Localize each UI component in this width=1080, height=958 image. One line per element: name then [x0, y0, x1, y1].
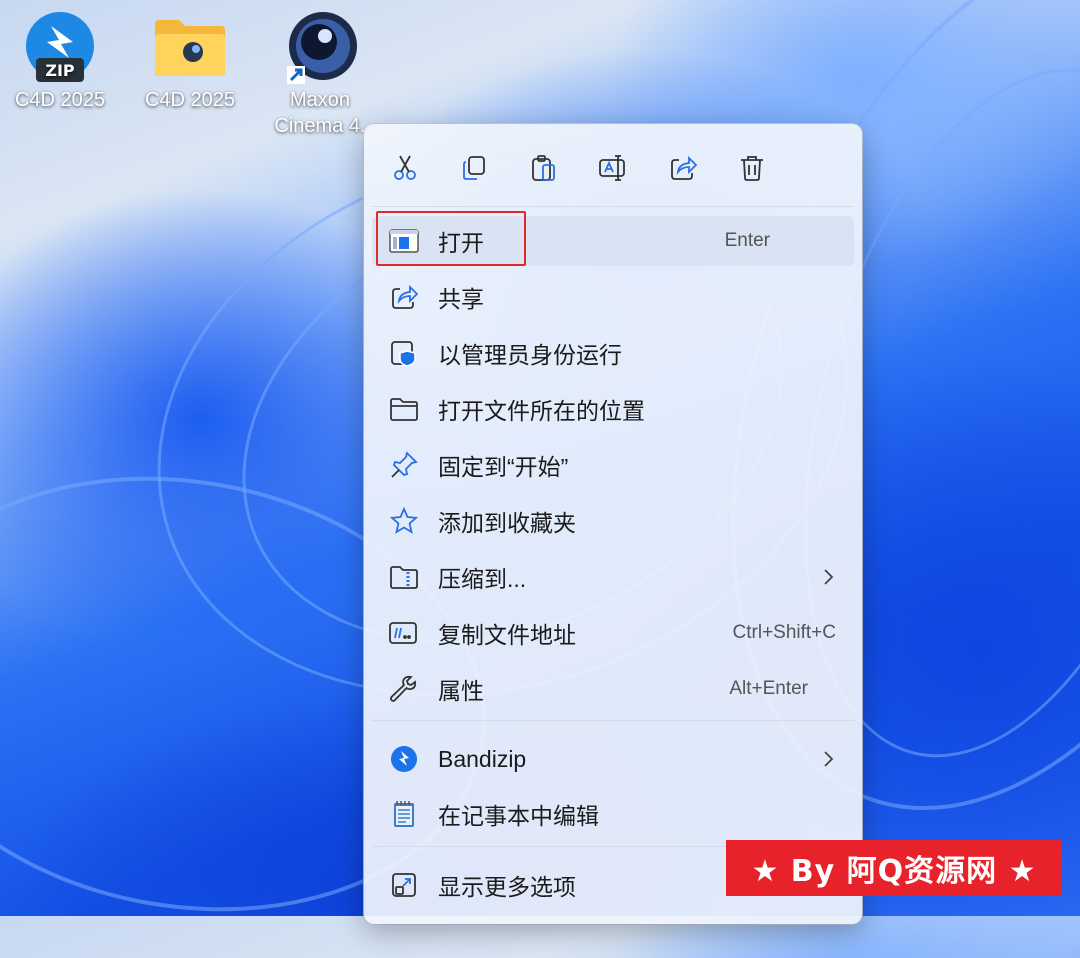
chevron-right-icon — [822, 568, 854, 586]
star-icon — [390, 507, 418, 534]
paste-icon — [532, 155, 555, 181]
menu-item-shortcut: Enter — [724, 230, 770, 251]
menu-item-edit-in-notepad[interactable]: 在记事本中编辑 — [372, 789, 854, 839]
menu-item-add-to-favorites[interactable]: 添加到收藏夹 — [372, 496, 854, 546]
desktop-icon-label: C4D 2025 — [14, 89, 106, 111]
folder-outline-icon — [390, 398, 418, 421]
desktop-icon-label-line2: Cinema 4. — [274, 115, 366, 137]
paste-button[interactable] — [522, 146, 566, 190]
menu-item-open-file-location[interactable]: 打开文件所在的位置 — [372, 384, 854, 434]
menu-separator — [372, 720, 854, 721]
notepad-icon — [394, 801, 414, 827]
folder-icon — [151, 8, 229, 86]
zip-badge: ZIP — [45, 61, 75, 80]
copy-icon — [463, 156, 485, 180]
menu-item-share[interactable]: 共享 — [372, 272, 854, 322]
scissors-icon — [394, 155, 416, 180]
menu-item-pin-to-start[interactable]: 固定到“开始” — [372, 440, 854, 490]
menu-item-label: 以管理员身份运行 — [438, 342, 622, 368]
chevron-right-icon — [822, 750, 854, 768]
copy-button[interactable] — [452, 146, 496, 190]
menu-item-label: 压缩到... — [438, 566, 527, 592]
menu-separator — [372, 206, 854, 207]
shield-icon — [391, 341, 416, 367]
pin-icon — [391, 451, 418, 478]
share-icon — [392, 284, 418, 309]
menu-item-label: 固定到“开始” — [438, 454, 569, 480]
menu-item-label: 共享 — [438, 286, 484, 312]
menu-item-label: 属性 — [438, 678, 484, 704]
rename-button[interactable] — [591, 146, 635, 190]
trash-icon — [741, 156, 763, 181]
menu-item-shortcut: Ctrl+Shift+C — [732, 622, 836, 643]
menu-item-compress-to[interactable]: 压缩到... — [372, 552, 854, 602]
delete-button[interactable] — [730, 146, 774, 190]
path-icon — [389, 622, 417, 644]
desktop-icon-c4d-folder[interactable]: C4D 2025 — [135, 8, 245, 114]
desktop-icon-cinema4d[interactable]: Maxon Cinema 4. — [265, 8, 375, 140]
menu-item-bandizip[interactable]: Bandizip — [372, 734, 854, 784]
cut-button[interactable] — [383, 146, 427, 190]
share-button[interactable] — [661, 146, 705, 190]
zip-folder-icon — [390, 566, 418, 589]
watermark-badge: ★ By 阿Q资源网 ★ — [726, 840, 1062, 896]
bandizip-icon — [391, 746, 417, 772]
menu-item-properties[interactable]: 属性 Alt+Enter — [372, 664, 854, 714]
highlight-annotation-box — [376, 211, 526, 266]
wrench-icon — [390, 675, 417, 702]
menu-item-shortcut: Alt+Enter — [729, 678, 808, 699]
cinema4d-shortcut-icon — [281, 8, 359, 86]
expand-icon — [392, 873, 416, 897]
desktop-icon-label-line1: Maxon — [289, 89, 351, 111]
share-icon — [671, 155, 697, 180]
rename-icon — [599, 155, 625, 181]
menu-item-label: 在记事本中编辑 — [438, 803, 599, 829]
bandizip-archive-icon: ZIP — [21, 8, 99, 86]
menu-item-label: 添加到收藏夹 — [438, 510, 576, 536]
desktop-icon-label: C4D 2025 — [144, 89, 236, 111]
menu-item-label: 打开文件所在的位置 — [438, 398, 645, 424]
menu-item-copy-as-path[interactable]: 复制文件地址 Ctrl+Shift+C — [372, 608, 854, 658]
menu-item-label: Bandizip — [438, 745, 527, 772]
desktop-icon-c4d-zip[interactable]: ZIP C4D 2025 — [5, 8, 115, 114]
menu-item-label: 复制文件地址 — [438, 622, 576, 648]
menu-item-run-as-admin[interactable]: 以管理员身份运行 — [372, 328, 854, 378]
context-menu-toolbar — [364, 124, 862, 206]
